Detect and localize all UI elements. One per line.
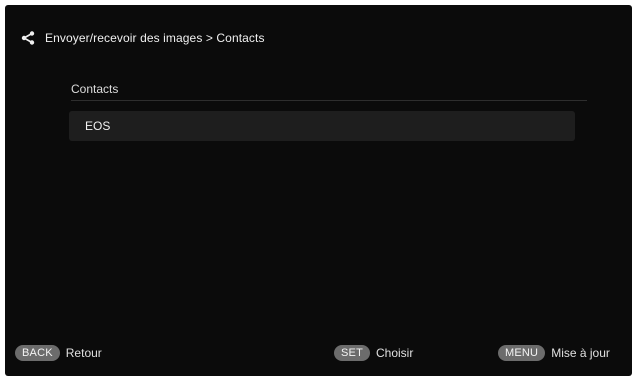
menu-key-badge: MENU — [498, 345, 546, 361]
set-button[interactable]: SET Choisir — [334, 342, 413, 364]
contact-label: EOS — [85, 119, 111, 133]
list-item[interactable]: EOS — [69, 111, 575, 141]
camera-screen: Envoyer/recevoir des images > Contacts C… — [5, 5, 632, 376]
title-bar: Envoyer/recevoir des images > Contacts — [21, 27, 265, 49]
menu-label: Mise à jour — [551, 346, 610, 360]
section-title: Contacts — [71, 82, 119, 96]
menu-button[interactable]: MENU Mise à jour — [498, 342, 610, 364]
contact-list: EOS — [69, 111, 575, 141]
back-button[interactable]: BACK Retour — [15, 342, 102, 364]
share-icon — [21, 31, 35, 45]
back-key-badge: BACK — [15, 345, 60, 361]
footer: BACK Retour SET Choisir MENU Mise à jour — [5, 342, 632, 364]
set-key-badge: SET — [334, 345, 370, 361]
back-label: Retour — [65, 346, 102, 360]
section-header: Contacts — [71, 80, 587, 101]
breadcrumb: Envoyer/recevoir des images > Contacts — [45, 31, 265, 45]
set-label: Choisir — [376, 346, 414, 360]
